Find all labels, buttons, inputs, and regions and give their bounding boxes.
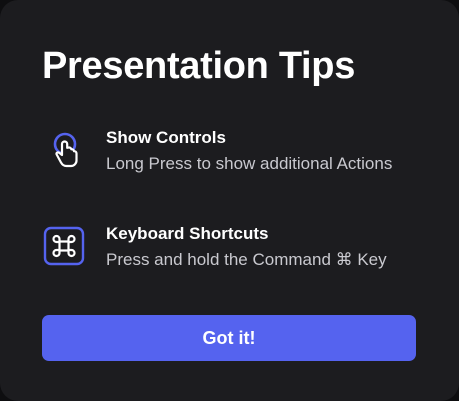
tip-description: Long Press to show additional Actions	[106, 154, 393, 173]
presentation-tips-dialog: Presentation Tips Show Controls Long Pre…	[0, 0, 459, 401]
tip-show-controls: Show Controls Long Press to show additio…	[42, 126, 422, 186]
command-key-icon	[42, 224, 88, 270]
got-it-button[interactable]: Got it!	[42, 315, 416, 361]
dialog-title: Presentation Tips	[42, 45, 356, 87]
tip-title: Show Controls	[106, 128, 226, 147]
tip-title: Keyboard Shortcuts	[106, 224, 269, 243]
tip-keyboard-shortcuts: Keyboard Shortcuts Press and hold the Co…	[42, 222, 422, 282]
tip-description: Press and hold the Command ⌘ Key	[106, 250, 387, 269]
hand-press-icon	[42, 128, 88, 174]
